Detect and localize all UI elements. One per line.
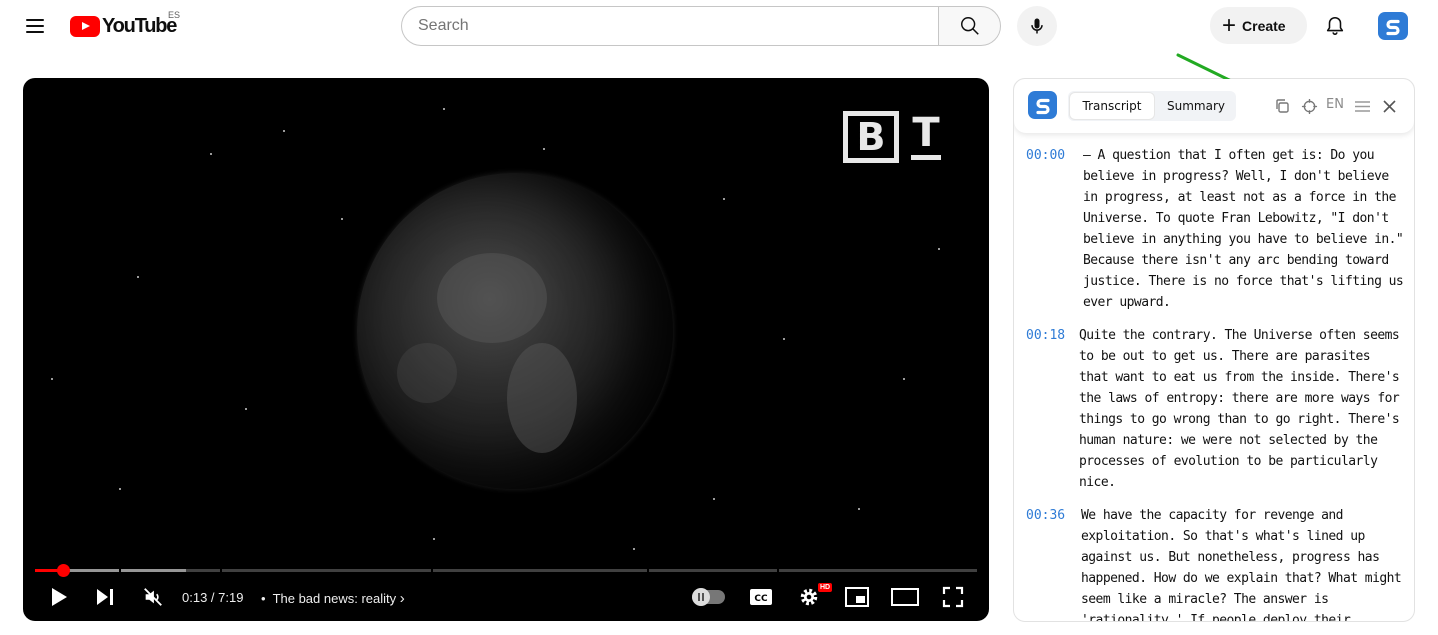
search-button[interactable]	[938, 6, 1001, 46]
theater-icon	[891, 588, 919, 606]
voice-search-button[interactable]	[1017, 6, 1057, 46]
search-bar	[401, 6, 1001, 46]
transcript-entry: 00:00 – A question that I often get is: …	[1026, 145, 1406, 313]
next-button[interactable]	[93, 584, 117, 610]
timestamp-link[interactable]: 00:00	[1026, 145, 1083, 313]
theater-mode-button[interactable]	[890, 584, 920, 610]
close-button[interactable]	[1379, 96, 1399, 116]
volume-muted-icon	[144, 588, 162, 606]
autoplay-toggle[interactable]	[692, 588, 725, 606]
time-display: 0:13 / 7:19	[182, 590, 244, 605]
gear-icon	[800, 588, 818, 606]
crosshair-icon	[1301, 98, 1317, 114]
extension-logo[interactable]	[1028, 91, 1057, 119]
panel-tabs: Transcript Summary	[1068, 91, 1236, 121]
tab-transcript[interactable]: Transcript	[1070, 93, 1154, 119]
chapter-label: The bad news: reality	[272, 591, 397, 606]
extension-avatar[interactable]	[1378, 12, 1408, 40]
earth-image	[357, 173, 673, 489]
play-icon	[52, 588, 67, 606]
s-logo-icon	[1386, 19, 1400, 36]
search-input[interactable]	[401, 6, 938, 46]
chevron-right-icon: ›	[399, 590, 405, 607]
logo-text: YouTube	[102, 14, 177, 37]
youtube-logo[interactable]: YouTube	[70, 14, 177, 38]
transcript-list: 00:00 – A question that I often get is: …	[1026, 145, 1406, 622]
chapter-title[interactable]: • The bad news: reality ›	[261, 590, 405, 607]
separator: •	[261, 591, 266, 606]
youtube-play-icon	[70, 15, 100, 37]
panel-header: Transcript Summary EN	[1014, 79, 1414, 133]
video-player[interactable]: B T 0:13 / 7:19 • The bad news: reality …	[23, 78, 989, 621]
bell-icon	[1326, 16, 1344, 36]
miniplayer-button[interactable]	[844, 584, 870, 610]
transcript-text: – A question that I often get is: Do you…	[1083, 148, 1404, 310]
list-icon	[1354, 100, 1370, 112]
microphone-icon	[1031, 18, 1043, 34]
transcript-text: We have the capacity for revenge and exp…	[1081, 508, 1402, 622]
timestamp-link[interactable]: 00:36	[1026, 505, 1081, 621]
fullscreen-icon	[942, 586, 964, 608]
copy-button[interactable]	[1272, 96, 1292, 116]
play-button[interactable]	[46, 584, 72, 610]
create-label: Create	[1242, 17, 1286, 34]
cc-icon: CC	[750, 589, 772, 605]
notifications-button[interactable]	[1320, 11, 1350, 41]
scrubber-handle[interactable]	[57, 564, 71, 577]
transcript-entry: 00:36 We have the capacity for revenge a…	[1026, 505, 1406, 622]
plus-icon: +	[1222, 11, 1237, 39]
timestamp-link[interactable]: 00:18	[1026, 325, 1079, 493]
create-button[interactable]: + Create	[1210, 7, 1307, 44]
captions-button[interactable]: CC	[748, 584, 774, 610]
svg-text:CC: CC	[754, 594, 768, 604]
language-selector[interactable]: EN	[1326, 97, 1344, 112]
region-code: ES	[168, 10, 181, 20]
miniplayer-icon	[845, 587, 869, 607]
menu-icon[interactable]	[19, 10, 51, 42]
tab-summary[interactable]: Summary	[1156, 91, 1236, 121]
locate-button[interactable]	[1299, 96, 1319, 116]
transcript-panel: Transcript Summary EN 00:00 – A question…	[1013, 78, 1415, 622]
bigthink-watermark: B T	[843, 111, 941, 163]
close-icon	[1382, 99, 1396, 113]
transcript-entry: 00:18 Quite the contrary. The Universe o…	[1026, 325, 1406, 493]
s-logo-icon	[1035, 98, 1050, 115]
search-icon	[960, 17, 979, 35]
skip-next-icon	[97, 589, 113, 605]
fullscreen-button[interactable]	[940, 584, 966, 610]
hd-badge: HD	[818, 583, 833, 592]
top-bar: YouTube ES + Create	[0, 0, 1438, 56]
transcript-text: Quite the contrary. The Universe often s…	[1079, 328, 1400, 490]
copy-icon	[1276, 99, 1289, 113]
pause-icon	[692, 588, 710, 606]
menu-button[interactable]	[1352, 96, 1372, 116]
mute-button[interactable]	[140, 584, 166, 610]
progress-bar[interactable]	[35, 564, 977, 577]
